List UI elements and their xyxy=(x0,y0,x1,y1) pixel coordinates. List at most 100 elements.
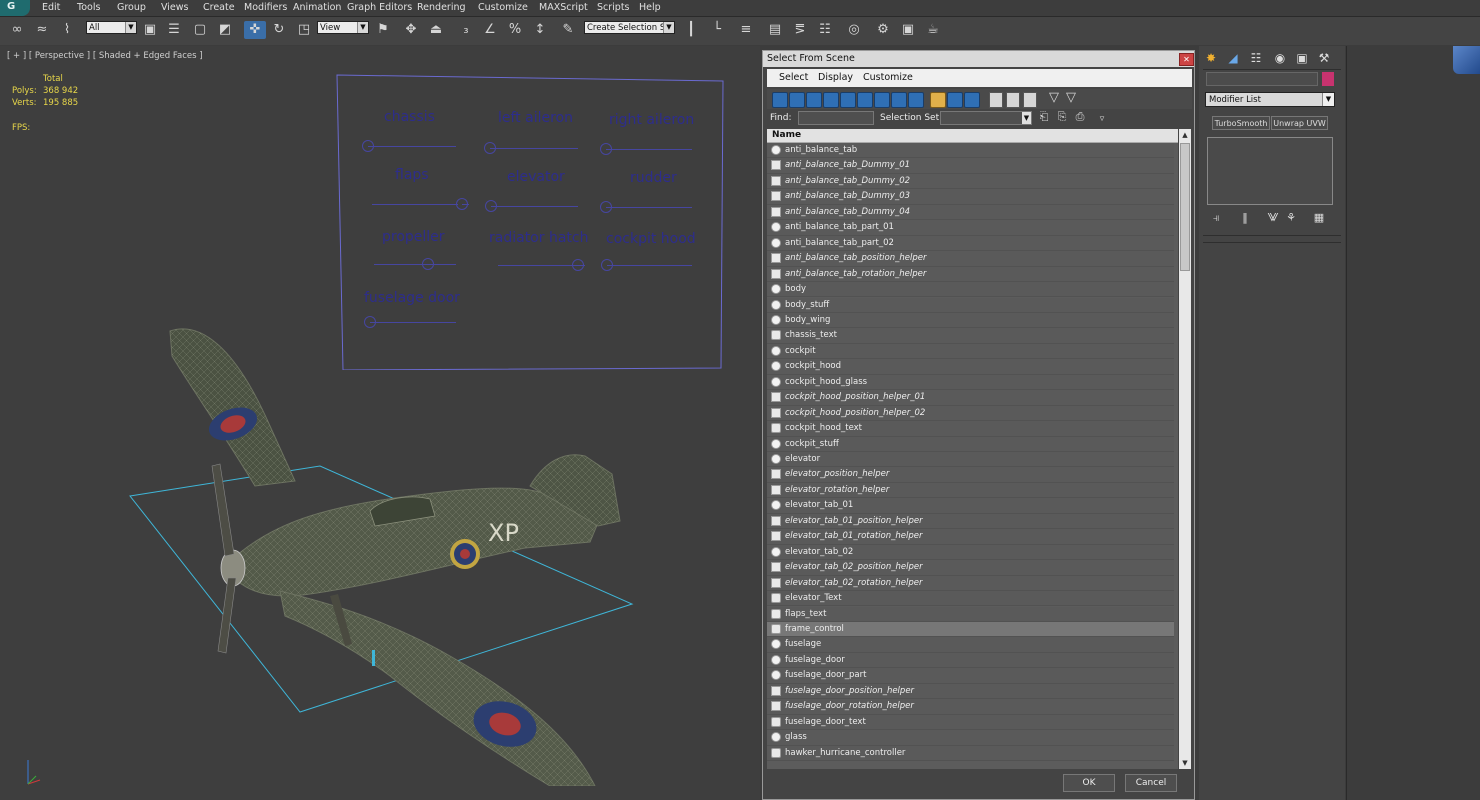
select-invert-icon[interactable] xyxy=(1023,92,1037,108)
modifier-list-dropdown[interactable]: Modifier List ▼ xyxy=(1205,92,1335,107)
mirror-icon[interactable]: ┃ xyxy=(682,21,700,39)
dialog-menu-select[interactable]: Select xyxy=(779,72,808,83)
list-item[interactable]: hawker_hurricane_controller xyxy=(767,745,1174,761)
list-item[interactable]: cockpit_hood_glass xyxy=(767,374,1174,391)
menu-help[interactable]: Help xyxy=(639,2,661,13)
curve-editor-icon[interactable]: ⪚ xyxy=(791,21,809,39)
menu-tools[interactable]: Tools xyxy=(77,2,100,13)
display-frozen-icon[interactable] xyxy=(947,92,963,108)
turbosmooth-button[interactable]: TurboSmooth xyxy=(1212,116,1270,130)
rendered-frame-icon[interactable]: ▣ xyxy=(899,21,917,39)
list-item[interactable]: elevator_tab_02_rotation_helper xyxy=(767,575,1174,592)
highlight-set-icon[interactable]: ⎙ xyxy=(1071,108,1089,126)
dialog-menu-customize[interactable]: Customize xyxy=(863,72,913,83)
list-item[interactable]: anti_balance_tab_Dummy_04 xyxy=(767,204,1174,221)
list-item[interactable]: elevator_Text xyxy=(767,591,1174,607)
list-item[interactable]: anti_balance_tab_part_02 xyxy=(767,235,1174,252)
make-unique-icon[interactable]: ⨈ xyxy=(1266,211,1280,225)
pivot-icon[interactable]: ⚑ xyxy=(374,21,392,39)
select-none-icon[interactable] xyxy=(1006,92,1020,108)
list-scrollbar[interactable]: ▲ ▼ xyxy=(1179,129,1191,769)
create-tab-icon[interactable]: ✸ xyxy=(1202,50,1220,66)
named-selection-dropdown[interactable]: Create Selection Se ▼ xyxy=(584,21,675,34)
remove-modifier-icon[interactable]: ⚘ xyxy=(1284,211,1298,225)
percent-snap-icon[interactable]: % xyxy=(506,21,524,39)
slider-knob-right-aileron[interactable] xyxy=(600,143,613,155)
menu-edit[interactable]: Edit xyxy=(42,2,60,13)
display-hidden-icon[interactable] xyxy=(964,92,980,108)
list-item[interactable]: fuselage_door xyxy=(767,652,1174,669)
menu-customize[interactable]: Customize xyxy=(478,2,528,13)
selection-filter-dropdown[interactable]: All ▼ xyxy=(86,21,137,34)
filter-icon[interactable]: ▽ xyxy=(1045,89,1063,107)
display-shapes-icon[interactable] xyxy=(789,92,805,108)
display-tab-icon[interactable]: ▣ xyxy=(1293,50,1311,66)
app-logo-icon[interactable]: G xyxy=(0,0,30,16)
list-item[interactable]: glass xyxy=(767,730,1174,746)
render-production-icon[interactable]: ☕ xyxy=(924,21,942,39)
menu-modifiers[interactable]: Modifiers xyxy=(244,2,287,13)
unwrap-uvw-button[interactable]: Unwrap UVW xyxy=(1271,116,1328,130)
add-to-set-icon[interactable]: ⎗ xyxy=(1035,108,1053,126)
snaps-toggle-icon[interactable]: ₃ xyxy=(457,21,475,39)
modifier-stack[interactable] xyxy=(1207,137,1333,205)
select-by-name-icon[interactable]: ☰ xyxy=(165,21,183,39)
slider-knob-left-aileron[interactable] xyxy=(484,142,497,154)
menu-views[interactable]: Views xyxy=(161,2,189,13)
slider-knob-chassis[interactable] xyxy=(362,140,375,152)
list-item[interactable]: anti_balance_tab xyxy=(767,143,1174,159)
display-bones-icon[interactable] xyxy=(908,92,924,108)
options-menu-icon[interactable]: ▿ xyxy=(1093,110,1111,128)
dialog-menu-display[interactable]: Display xyxy=(818,72,853,83)
list-item[interactable]: body_wing xyxy=(767,312,1174,329)
ok-button[interactable]: OK xyxy=(1063,774,1115,792)
list-item[interactable]: elevator xyxy=(767,452,1174,468)
pin-stack-icon[interactable]: ⫣ xyxy=(1209,211,1223,225)
menu-create[interactable]: Create xyxy=(203,2,235,13)
select-object-icon[interactable]: ▣ xyxy=(141,21,159,39)
link-icon[interactable]: ∞ xyxy=(8,21,26,39)
scale-icon[interactable]: ◳ xyxy=(295,21,313,39)
scroll-up-icon[interactable]: ▲ xyxy=(1179,129,1191,141)
list-item[interactable]: cockpit_hood_position_helper_02 xyxy=(767,405,1174,422)
perspective-viewport[interactable]: [ + ] [ Perspective ] [ Shaded + Edged F… xyxy=(0,46,760,800)
scene-object-list[interactable]: Name anti_balance_tab anti_balance_tab_Du… xyxy=(767,129,1178,769)
list-item[interactable]: elevator_tab_01 xyxy=(767,498,1174,514)
edit-named-sets-icon[interactable]: ✎ xyxy=(559,21,577,39)
configure-sets-icon[interactable]: ▦ xyxy=(1312,211,1326,225)
list-item[interactable]: anti_balance_tab_rotation_helper xyxy=(767,266,1174,283)
scrollbar-thumb[interactable] xyxy=(1180,143,1190,271)
list-item[interactable]: frame_control xyxy=(767,621,1174,638)
list-item[interactable]: fuselage_door_text xyxy=(767,714,1174,731)
list-item[interactable]: cockpit_stuff xyxy=(767,436,1174,452)
menu-graph-editors[interactable]: Graph Editors xyxy=(347,2,412,13)
list-item[interactable]: chassis_text xyxy=(767,328,1174,344)
slider-knob-cockpit-hood[interactable] xyxy=(601,259,614,271)
display-containers-icon[interactable] xyxy=(930,92,946,108)
hierarchy-tab-icon[interactable]: ☷ xyxy=(1247,50,1265,66)
display-helpers-icon[interactable] xyxy=(840,92,856,108)
utilities-tab-icon[interactable]: ⚒ xyxy=(1315,50,1333,66)
schematic-view-icon[interactable]: ☷ xyxy=(816,21,834,39)
list-item[interactable]: fuselage xyxy=(767,637,1174,653)
filter-options-icon[interactable]: ▽ xyxy=(1062,89,1080,107)
unlink-icon[interactable]: ≈ xyxy=(33,21,51,39)
menu-maxscript[interactable]: MAXScript xyxy=(539,2,588,13)
menu-group[interactable]: Group xyxy=(117,2,146,13)
move-icon[interactable]: ✜ xyxy=(244,21,266,39)
list-item[interactable]: fuselage_door_position_helper xyxy=(767,683,1174,700)
list-item[interactable]: cockpit_hood xyxy=(767,359,1174,375)
graphite-tools-icon[interactable]: ▤ xyxy=(766,21,784,39)
slider-knob-flaps[interactable] xyxy=(456,198,469,210)
scroll-down-icon[interactable]: ▼ xyxy=(1179,757,1191,769)
render-setup-icon[interactable]: ⚙ xyxy=(874,21,892,39)
list-item[interactable]: anti_balance_tab_Dummy_03 xyxy=(767,189,1174,205)
show-end-result-icon[interactable]: ‖ xyxy=(1238,211,1252,225)
list-item[interactable]: elevator_tab_02 xyxy=(767,544,1174,561)
reference-coord-dropdown[interactable]: View ▼ xyxy=(317,21,369,34)
spinner-snap-icon[interactable]: ↕ xyxy=(531,21,549,39)
find-input[interactable] xyxy=(798,111,874,125)
dialog-titlebar[interactable]: Select From Scene ✕ xyxy=(763,51,1194,67)
close-icon[interactable]: ✕ xyxy=(1179,53,1194,66)
select-all-icon[interactable] xyxy=(989,92,1003,108)
